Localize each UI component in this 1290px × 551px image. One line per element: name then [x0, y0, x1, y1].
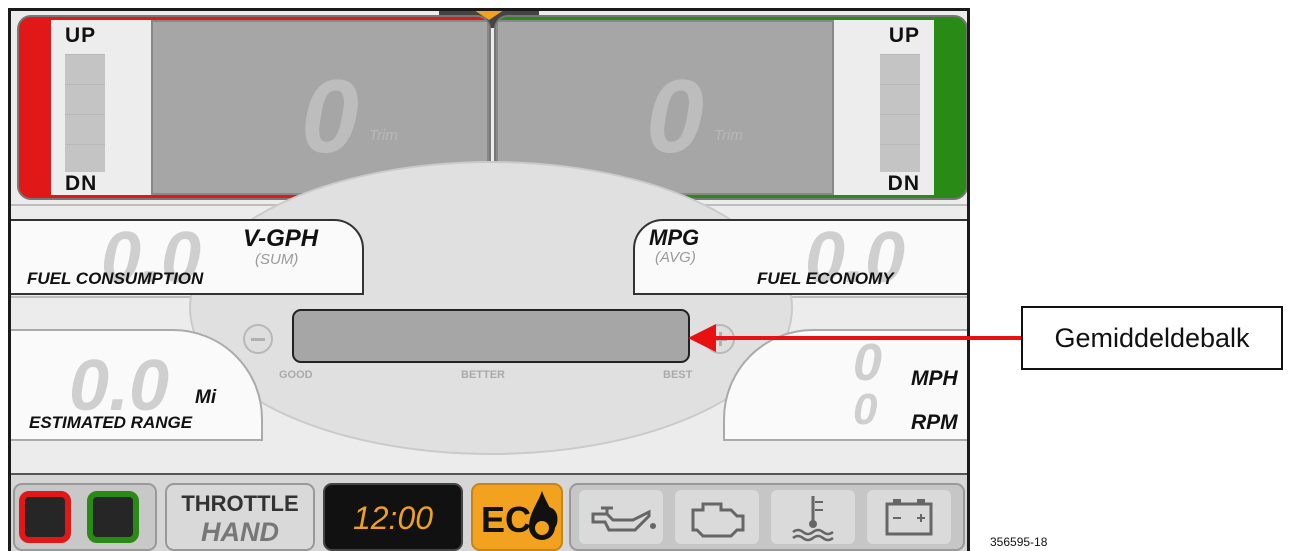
callout-label-box: Gemiddeldebalk — [1021, 306, 1283, 370]
warning-icon-strip — [569, 483, 965, 551]
trim-scale-segment — [65, 54, 105, 84]
clock-time: 12:00 — [352, 500, 434, 536]
throttle-mode-label: HAND — [201, 517, 279, 547]
port-trim-up-label: UP — [65, 24, 97, 47]
estimated-range-box: 0.0 Mi ESTIMATED RANGE — [11, 329, 263, 441]
fuel-drop-icon — [529, 491, 555, 540]
fuel-consumption-label: FUEL CONSUMPTION — [27, 269, 204, 288]
starboard-trim-scale — [880, 54, 920, 172]
callout-label: Gemiddeldebalk — [1054, 323, 1250, 353]
minus-icon — [243, 324, 273, 354]
battery-icon — [867, 490, 951, 544]
starboard-trim-value: 0 — [646, 59, 704, 175]
port-trim-down-label: DN — [65, 172, 98, 195]
engine-select-button[interactable] — [13, 483, 157, 551]
average-bar — [292, 309, 690, 363]
fuel-consumption-mode: (SUM) — [255, 251, 299, 268]
fuel-economy-mode: (AVG) — [655, 249, 696, 266]
check-engine-icon — [675, 490, 759, 544]
throttle-mode-button[interactable]: THROTTLE HAND — [165, 483, 315, 551]
starboard-trim-up-label: UP — [888, 24, 920, 47]
fuel-economy-label: FUEL ECONOMY — [757, 269, 894, 288]
trim-scale-segment — [880, 114, 920, 144]
trim-scale-segment — [880, 144, 920, 172]
trim-scale-segment — [65, 144, 105, 172]
scale-good-label: GOOD — [279, 369, 313, 381]
bottom-bar: THROTTLE HAND 12:00 ECO — [11, 473, 967, 551]
scale-better-label: BETTER — [461, 369, 505, 381]
port-trim-unit: Trim — [369, 127, 398, 144]
estimated-range-label: ESTIMATED RANGE — [29, 413, 193, 432]
trim-scale-segment — [880, 54, 920, 84]
oil-pressure-icon — [579, 490, 663, 544]
fuel-economy-box: MPG (AVG) 0.0 FUEL ECONOMY — [633, 218, 967, 298]
scale-best-label: BEST — [663, 369, 693, 381]
fuel-consumption-unit: V-GPH — [243, 225, 319, 252]
clock-display[interactable]: 12:00 — [323, 483, 463, 551]
fuel-economy-unit: MPG — [649, 225, 700, 250]
starboard-engine-indicator — [87, 491, 139, 543]
throttle-label: THROTTLE — [181, 491, 299, 516]
trim-scale-segment — [65, 84, 105, 114]
fuel-consumption-box: 0.0 V-GPH (SUM) FUEL CONSUMPTION — [11, 218, 364, 298]
port-trim-scale — [65, 54, 105, 172]
callout-arrow-icon — [688, 324, 1025, 352]
speed-rpm-unit: RPM — [911, 411, 958, 434]
port-trim-value: 0 — [301, 59, 359, 175]
eco-button[interactable]: ECO — [471, 483, 563, 551]
starboard-trim-down-label: DN — [887, 172, 920, 195]
speed-rpm-value: 0 — [853, 385, 878, 434]
figure-id: 356595-18 — [990, 535, 1048, 549]
coolant-temperature-icon — [771, 490, 855, 544]
trim-scale-segment — [880, 84, 920, 114]
starboard-trim-unit: Trim — [714, 127, 743, 144]
port-engine-indicator — [19, 491, 71, 543]
helm-display-screen: UP DN 0 Trim 0 Trim UP DN 0.0 V-GPH (SUM… — [8, 8, 970, 551]
estimated-range-unit: Mi — [195, 387, 217, 408]
trim-scale-segment — [65, 114, 105, 144]
speed-mph-unit: MPH — [911, 367, 958, 390]
center-arc — [189, 161, 793, 455]
